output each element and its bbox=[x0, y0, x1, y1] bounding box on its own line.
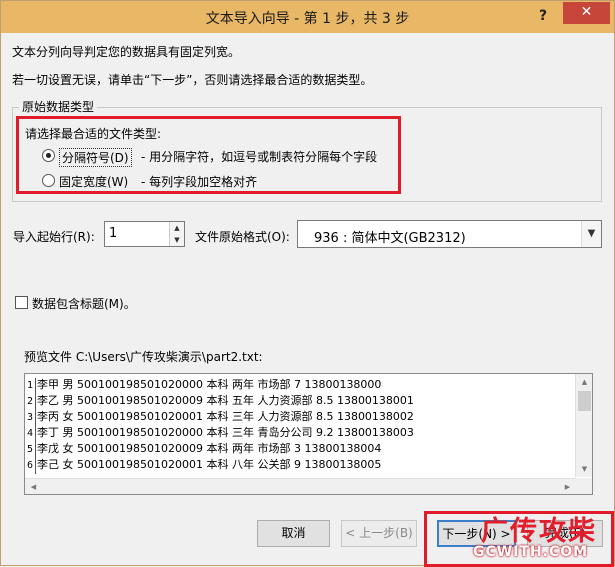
intro-text-2: 若一切设置无误，请单击“下一步”，否则请选择最合适的数据类型。 bbox=[12, 73, 373, 87]
option-delimited-description: - 用分隔字符，如逗号或制表符分隔每个字段 bbox=[141, 150, 378, 164]
preview-pane[interactable]: 1 李甲 男 500100198501020000 本科 两年 市场部 7 138… bbox=[24, 373, 593, 495]
scroll-thumb[interactable] bbox=[578, 391, 591, 411]
previous-step-button[interactable]: < 上一步(B) bbox=[341, 520, 417, 547]
radio-fixed-width[interactable] bbox=[42, 174, 55, 187]
window-title: 文本导入向导 - 第 1 步，共 3 步 bbox=[205, 11, 410, 27]
preview-row: 1 李甲 男 500100198501020000 本科 两年 市场部 7 138… bbox=[25, 377, 414, 394]
preview-horizontal-scrollbar[interactable]: ◀ ▶ bbox=[25, 478, 576, 494]
preview-file-label: 预览文件 C:\Users\广传攻柴演示\part2.txt: bbox=[24, 350, 263, 364]
scroll-down-icon[interactable]: ▼ bbox=[576, 461, 593, 477]
title-bar[interactable]: 文本导入向导 - 第 1 步，共 3 步 ? ✕ bbox=[1, 1, 614, 33]
header-row-checkbox[interactable] bbox=[15, 296, 28, 309]
file-origin-label: 文件原始格式(O): bbox=[195, 230, 290, 244]
row-text: 李丁 男 500100198501020000 本科 三年 青岛分公司 9.2 … bbox=[37, 426, 414, 439]
import-start-row-label: 导入起始行(R): bbox=[13, 230, 95, 244]
preview-rows: 1 李甲 男 500100198501020000 本科 两年 市场部 7 138… bbox=[25, 377, 414, 474]
cancel-button[interactable]: 取消 bbox=[257, 520, 330, 547]
file-origin-value: 936 : 简体中文(GB2312) bbox=[314, 231, 466, 246]
row-number: 2 bbox=[25, 394, 36, 410]
file-type-prompt: 请选择最合适的文件类型: bbox=[25, 127, 162, 141]
text-import-wizard-dialog: 文本导入向导 - 第 1 步，共 3 步 ? ✕ 文本分列向导判定您的数据具有固… bbox=[0, 0, 615, 567]
scroll-left-icon[interactable]: ◀ bbox=[25, 479, 42, 495]
preview-row: 6 李己 女 500100198501020001 本科 八年 公关部 9 138… bbox=[25, 457, 414, 474]
option-delimited-label[interactable]: 分隔符号(D) bbox=[59, 148, 132, 167]
preview-row: 2 李乙 男 500100198501020009 本科 五年 人力资源部 8.5… bbox=[25, 393, 414, 410]
row-number: 1 bbox=[25, 378, 36, 394]
radio-delimited[interactable] bbox=[42, 149, 55, 162]
row-number: 4 bbox=[25, 426, 36, 442]
preview-vertical-scrollbar[interactable]: ▲ ▼ bbox=[575, 374, 592, 477]
triangle-up-icon[interactable]: ▲ bbox=[169, 222, 184, 234]
row-number: 3 bbox=[25, 410, 36, 426]
preview-row: 5 李戊 女 500100198501020009 本科 两年 市场部 3 138… bbox=[25, 441, 414, 458]
scrollbar-corner bbox=[576, 478, 592, 494]
row-text: 李丙 女 500100198501020001 本科 三年 人力资源部 8.5 … bbox=[37, 410, 414, 423]
row-number: 6 bbox=[25, 458, 36, 474]
help-button[interactable]: ? bbox=[531, 5, 555, 27]
preview-row: 4 李丁 男 500100198501020000 本科 三年 青岛分公司 9.2… bbox=[25, 425, 414, 442]
highlight-box-next bbox=[424, 511, 614, 567]
chevron-down-icon[interactable]: ▼ bbox=[581, 221, 601, 247]
scroll-right-icon[interactable]: ▶ bbox=[559, 479, 576, 495]
row-number: 5 bbox=[25, 442, 36, 458]
row-text: 李己 女 500100198501020001 本科 八年 公关部 9 1380… bbox=[37, 458, 382, 471]
intro-text-1: 文本分列向导判定您的数据具有固定列宽。 bbox=[12, 45, 241, 59]
file-origin-select[interactable]: 936 : 简体中文(GB2312) ▼ bbox=[297, 220, 602, 248]
row-text: 李乙 男 500100198501020009 本科 五年 人力资源部 8.5 … bbox=[37, 394, 414, 407]
header-row-checkbox-label[interactable]: 数据包含标题(M)。 bbox=[32, 295, 136, 312]
close-button[interactable]: ✕ bbox=[563, 2, 610, 24]
start-row-spinner: ▲ ▼ bbox=[169, 222, 184, 246]
row-text: 李甲 男 500100198501020000 本科 两年 市场部 7 1380… bbox=[37, 378, 382, 391]
scroll-up-icon[interactable]: ▲ bbox=[576, 374, 593, 390]
preview-row: 3 李丙 女 500100198501020001 本科 三年 人力资源部 8.5… bbox=[25, 409, 414, 426]
option-fixed-width-description: - 每列字段加空格对齐 bbox=[141, 175, 258, 189]
triangle-down-icon[interactable]: ▼ bbox=[169, 234, 184, 246]
option-fixed-width-label[interactable]: 固定宽度(W) bbox=[59, 173, 128, 190]
group-title: 原始数据类型 bbox=[19, 98, 98, 115]
row-text: 李戊 女 500100198501020009 本科 两年 市场部 3 1380… bbox=[37, 442, 382, 455]
